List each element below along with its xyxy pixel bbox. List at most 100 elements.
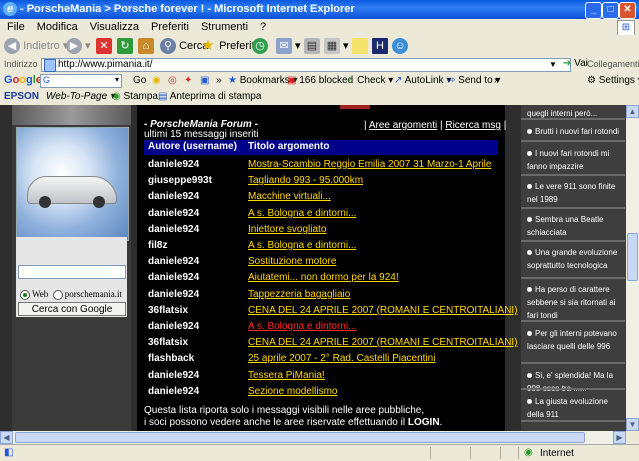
menu-file[interactable]: File (0, 19, 30, 33)
spellcheck-button[interactable]: ✓ Check ▾ (346, 75, 393, 86)
menu-strumenti[interactable]: Strumenti (194, 19, 253, 33)
row-topic-link[interactable]: Mostra-Scambio Reggio Emilia 2007 31 Mar… (248, 159, 491, 170)
google-logo: Google (4, 74, 42, 86)
row-topic-link[interactable]: Iniettore svogliato (248, 224, 326, 235)
more-chevron-icon[interactable]: » (494, 75, 500, 86)
poll-option[interactable]: Una grande evoluzione soprattutto tecnol… (521, 244, 625, 278)
popup-blocker-button[interactable]: ▣ 166 blocked (287, 75, 353, 86)
google-go-button[interactable]: Go (133, 75, 146, 86)
check-label: Check (357, 75, 386, 86)
radio-site[interactable]: porschemania.it (52, 289, 122, 300)
poll-option[interactable]: I nuovi fari rotondi mi fanno impazzire (521, 145, 625, 175)
site-search-input[interactable] (18, 265, 126, 279)
poll-option[interactable]: Ha perso di carattere sebbene si sia rit… (521, 281, 625, 321)
stop-button[interactable]: ✕ (96, 38, 112, 55)
poll-option[interactable]: quegli interni però... (521, 105, 625, 119)
highlight-icon[interactable]: ◎ (168, 75, 177, 86)
preview-icon: ▤ (158, 91, 168, 102)
row-topic-link[interactable]: A s. Bologna e dintorni... (248, 321, 356, 332)
poll-option[interactable]: Le vere 911 sono finite nel 1989 (521, 178, 625, 208)
scroll-down-icon[interactable]: ▼ (626, 418, 639, 431)
favorites-button[interactable]: ★ Preferiti (200, 38, 257, 54)
minimize-button[interactable]: _ (585, 2, 602, 19)
more-icon[interactable]: » (216, 75, 222, 86)
row-author: daniele924 (148, 224, 200, 235)
footnote-line1: Questa lista riporta solo i messaggi vis… (144, 405, 425, 416)
pagerank-icon[interactable]: ◉ (152, 75, 161, 86)
row-topic-link[interactable]: CENA DEL 24 APRILE 2007 (ROMANI E CENTRO… (248, 337, 518, 348)
menu-preferiti[interactable]: Preferiti (144, 19, 194, 33)
forward-button[interactable]: ▶ ▾ (66, 38, 91, 55)
row-topic-link[interactable]: CENA DEL 24 APRILE 2007 (ROMANI E CENTRO… (248, 305, 518, 316)
epson-print-label: Stampa (123, 91, 158, 102)
row-topic-link[interactable]: Aiutatemi... non dormo per la 924! (248, 272, 399, 283)
vertical-scrollbar[interactable]: ▲ ▼ (626, 105, 639, 431)
scroll-right-icon[interactable]: ▶ (613, 431, 626, 444)
go-arrow-icon: ➔ (563, 58, 572, 69)
back-button[interactable]: ◀ Indietro ▾ (4, 38, 68, 55)
settings-button[interactable]: ⚙ Settings ▾ (587, 75, 639, 86)
bookmark-star-icon: ★ (228, 75, 237, 86)
login-link[interactable]: LOGIN (408, 417, 440, 428)
address-dropdown-icon[interactable]: ▼ (549, 60, 557, 69)
link-ricerca-msg[interactable]: Ricerca msg (445, 120, 501, 131)
row-topic-link[interactable]: Tappezzeria bagagliaio (248, 289, 350, 300)
google-search-button[interactable]: Cerca con Google (18, 302, 126, 316)
google-search-input[interactable]: G ▾ (40, 74, 122, 88)
mail-button[interactable]: ✉ ▾ (276, 38, 301, 55)
address-input[interactable]: http://www.pimania.it/ (41, 58, 571, 72)
row-author: giuseppe993t (148, 175, 212, 186)
research-button[interactable]: H (372, 38, 388, 55)
poll-option[interactable]: Brutti i nuovi fari rotondi (521, 123, 625, 141)
wheel-front (39, 196, 51, 208)
webtopage-button[interactable]: Web-To-Page ▾ (46, 91, 115, 102)
images-icon[interactable]: ▣ (200, 75, 209, 86)
refresh-button[interactable]: ↻ (117, 38, 133, 55)
row-topic-link[interactable]: A s. Bologna e dintorni... (248, 240, 356, 251)
row-topic-link[interactable]: Tagliando 993 - 95.000km (248, 175, 363, 186)
autolink-button[interactable]: ↗ AutoLink ▾ (394, 75, 451, 86)
news-icon[interactable]: ✦ (184, 75, 192, 86)
vertical-scroll-thumb[interactable] (627, 233, 638, 281)
close-button[interactable]: ✕ (619, 2, 636, 19)
row-topic-link[interactable]: Macchine virtuali... (248, 191, 331, 202)
row-topic-link[interactable]: Sostituzione motore (248, 256, 336, 267)
row-topic-link[interactable]: 25 aprile 2007 - 2° Rad. Castelli Piacen… (248, 353, 435, 364)
links-label[interactable]: Collegamenti (587, 59, 639, 69)
messenger-button[interactable]: ☺ (392, 38, 408, 55)
horizontal-scroll-thumb[interactable] (15, 432, 585, 443)
row-topic-link[interactable]: Tessera PiMania! (248, 370, 325, 381)
poll-option-label: quegli interni però... (527, 109, 598, 118)
home-button[interactable]: ⌂ (138, 38, 154, 55)
poll-option[interactable]: Sembra una Beatle schiacciata (521, 211, 625, 241)
go-button[interactable]: ➔ Vai (563, 58, 588, 69)
footnote-end: . (439, 417, 443, 428)
poll-option[interactable]: La giusta evoluzione della 911 (521, 393, 625, 421)
menu-visualizza[interactable]: Visualizza (83, 19, 144, 33)
scroll-left-icon[interactable]: ◀ (0, 431, 13, 444)
horizontal-scrollbar[interactable]: ◀ ▶ (0, 431, 626, 444)
epson-print-button[interactable]: ◉ Stampa (112, 91, 158, 102)
row-topic-link[interactable]: Sezione modellismo (248, 386, 338, 397)
bullet-icon (527, 151, 532, 157)
print-preview-button[interactable]: ▤ Anteprima di stampa (158, 91, 261, 102)
col-author: Autore (username) (148, 141, 237, 152)
scroll-up-icon[interactable]: ▲ (626, 105, 639, 118)
poll-option[interactable]: Per gli interni potevano lasciare quelli… (521, 325, 625, 363)
back-arrow-icon: ◀ (4, 38, 20, 55)
discuss-button[interactable] (352, 38, 368, 55)
epson-toolbar: EPSON Web-To-Page ▾ ◉ Stampa ▤ Anteprima… (0, 89, 639, 106)
menu-modifica[interactable]: Modifica (30, 19, 83, 33)
menu-help[interactable]: ? (253, 19, 271, 33)
link-aree-argomenti[interactable]: Aree argomenti (369, 120, 437, 131)
row-author: daniele924 (148, 159, 200, 170)
history-button[interactable]: ◷ (252, 38, 268, 55)
bullet-icon (527, 129, 532, 135)
row-topic-link[interactable]: A s. Bologna e dintorni... (248, 208, 356, 219)
edit-button[interactable]: ▦ ▾ (324, 38, 349, 55)
print-button[interactable]: ▤ (304, 38, 320, 55)
poll-option[interactable]: Si, e' splendida! Ma la 998 esce tra ...… (521, 367, 625, 393)
radio-web[interactable]: Web (20, 289, 48, 300)
maximize-button[interactable]: □ (602, 2, 619, 19)
sendto-button[interactable]: ⇨ Send to ▾ (447, 75, 500, 86)
